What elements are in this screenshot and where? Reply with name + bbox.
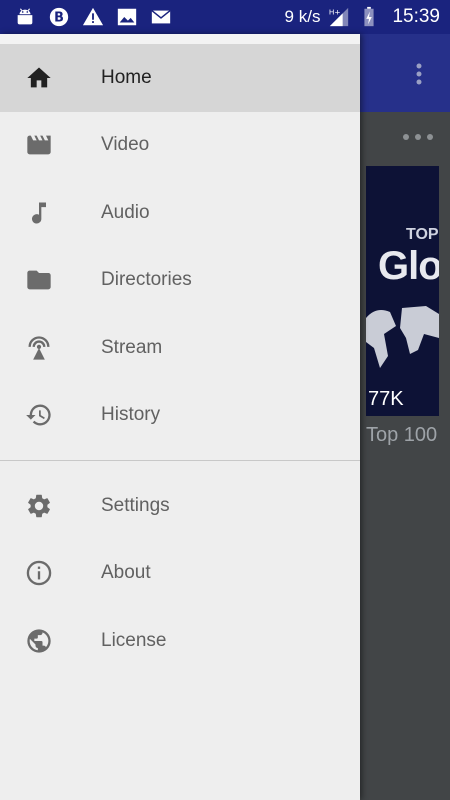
thumbnail-text-top: TOP xyxy=(406,226,439,243)
drawer-header-strip xyxy=(0,34,360,44)
nav-item-history[interactable]: History xyxy=(0,382,360,450)
image-icon xyxy=(116,6,138,28)
nav-label: Settings xyxy=(101,494,170,516)
antenna-icon xyxy=(25,334,53,362)
music-note-icon xyxy=(25,199,53,227)
movie-icon xyxy=(25,131,53,159)
b-badge-icon: B xyxy=(48,6,70,28)
nav-item-stream[interactable]: Stream xyxy=(0,314,360,382)
nav-label: License xyxy=(101,629,167,651)
nav-label: Audio xyxy=(101,201,150,223)
svg-text:H+: H+ xyxy=(329,7,341,16)
home-icon xyxy=(25,64,53,92)
svg-text:B: B xyxy=(54,11,64,26)
battery-icon xyxy=(358,6,380,28)
network-speed: 9 k/s xyxy=(284,7,321,26)
nav-item-audio[interactable]: Audio xyxy=(0,179,360,247)
status-bar: B 9 k/s H+ 15:39 xyxy=(0,0,450,34)
navigation-drawer: Home Video Audio Directories Stream Hist… xyxy=(0,34,360,800)
globe-icon xyxy=(25,627,53,655)
clock: 15:39 xyxy=(392,6,440,27)
history-icon xyxy=(25,401,53,429)
video-caption: Top 100 xyxy=(366,424,438,446)
background-app-bar xyxy=(360,34,450,112)
nav-item-settings[interactable]: Settings xyxy=(0,472,360,540)
nav-item-home[interactable]: Home xyxy=(0,44,360,112)
view-count: 77K xyxy=(368,388,404,410)
overflow-menu-icon[interactable] xyxy=(412,60,426,88)
android-icon xyxy=(14,6,36,28)
nav-item-video[interactable]: Video xyxy=(0,112,360,180)
video-thumbnail[interactable]: TOP Glo 77K xyxy=(366,166,439,416)
nav-item-about[interactable]: About xyxy=(0,540,360,608)
nav-label: Video xyxy=(101,134,150,156)
nav-label: Directories xyxy=(101,269,192,291)
nav-item-license[interactable]: License xyxy=(0,607,360,675)
warning-icon xyxy=(82,6,104,28)
world-map-graphic xyxy=(366,306,439,368)
drawer-divider xyxy=(0,460,360,461)
signal-icon: H+ xyxy=(328,6,350,28)
nav-label: Home xyxy=(101,66,152,88)
info-icon xyxy=(25,559,53,587)
nav-label: Stream xyxy=(101,336,163,358)
nav-label: About xyxy=(101,562,151,584)
nav-label: History xyxy=(101,404,161,426)
more-icon[interactable] xyxy=(400,130,436,144)
gear-icon xyxy=(25,492,53,520)
thumbnail-text-main: Glo xyxy=(378,244,439,288)
folder-icon xyxy=(25,266,53,294)
nav-item-directories[interactable]: Directories xyxy=(0,247,360,315)
mail-icon xyxy=(150,6,172,28)
